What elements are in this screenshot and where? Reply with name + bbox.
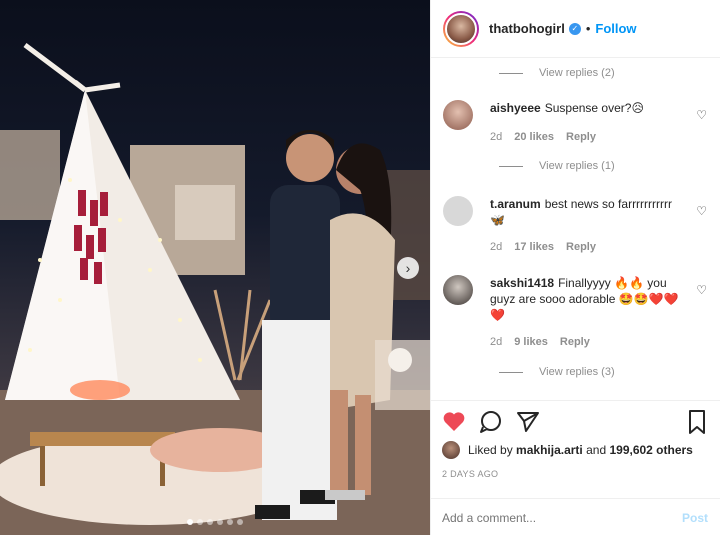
view-replies-label: View replies (2) [539,67,615,79]
view-replies-button[interactable]: View replies (1) [499,160,615,172]
post-comment-button[interactable]: Post [682,511,708,525]
commenter-avatar[interactable] [443,196,473,226]
view-replies-label: View replies (3) [539,366,615,378]
comment-like-heart-icon[interactable]: ♡ [696,108,707,122]
carousel-dot [187,519,193,525]
author-avatar[interactable] [443,10,479,47]
comment-text: Suspense over?😥 [544,101,644,115]
view-replies-button[interactable]: View replies (3) [499,366,615,378]
comment-input[interactable] [442,510,682,525]
comment-meta: 2d 9 likes Reply [490,336,590,348]
verified-badge-icon: ✓ [568,22,581,35]
comment-item: sakshi1418 Finallyyyy 🔥🔥 you guyz are soo… [443,275,713,355]
comment-like-heart-icon[interactable]: ♡ [696,283,707,297]
likes-summary: Liked by makhija.arti and 199,602 others [442,441,693,459]
author-username[interactable]: thatbohogirl [489,21,565,36]
comment-time: 2d [490,131,503,143]
carousel-dots [0,519,430,525]
reply-divider-line [499,72,523,74]
comment-body: t.aranum best news so farrrrrrrrrrr 🦋 [490,196,690,228]
comment-item: aishyeee Suspense over?😥 2d 20 likes Repl… [443,100,713,150]
photo-illustration [0,43,430,535]
reply-divider-line [499,371,523,373]
avatar-image [445,12,477,45]
carousel-dot [237,519,243,525]
likes-prefix: Liked by [468,443,513,457]
comment-time: 2d [490,336,503,348]
comment-meta: 2d 17 likes Reply [490,241,596,253]
reply-divider-line [499,165,523,167]
add-comment-bar: Post [430,498,720,535]
comment-likes[interactable]: 9 likes [514,336,548,348]
likes-conj: and [586,443,607,457]
commenter-username[interactable]: sakshi1418 [490,276,554,290]
view-replies-button[interactable]: View replies (2) [499,67,615,79]
commenter-avatar[interactable] [443,100,473,130]
commenter-avatar[interactable] [443,275,473,305]
comment-like-heart-icon[interactable]: ♡ [696,204,707,218]
likes-count[interactable]: 199,602 others [609,443,692,457]
post-timestamp[interactable]: 2 DAYS AGO [442,469,498,479]
action-icons [443,410,705,434]
post-actions-section: Liked by makhija.arti and 199,602 others… [430,400,720,535]
comment-likes[interactable]: 17 likes [514,241,554,253]
carousel-dot [227,519,233,525]
view-replies-label: View replies (1) [539,160,615,172]
chevron-right-icon: › [405,260,411,276]
comment-body: sakshi1418 Finallyyyy 🔥🔥 you guyz are soo… [490,275,690,323]
header-separator: • [585,21,591,36]
carousel-next-button[interactable]: › [397,257,419,279]
post-header: thatbohogirl ✓ • Follow [431,0,720,58]
carousel-dot [197,519,203,525]
share-icon[interactable] [517,412,539,432]
comment-icon[interactable] [480,411,501,433]
post-photo[interactable]: › [0,0,430,535]
comment-body: aishyeee Suspense over?😥 [490,100,690,116]
follow-button[interactable]: Follow [595,21,636,36]
action-bar [442,409,708,435]
comment-time: 2d [490,241,503,253]
comment-reply-button[interactable]: Reply [560,336,590,348]
comment-item: t.aranum best news so farrrrrrrrrrr 🦋 2d … [443,196,713,256]
commenter-username[interactable]: aishyeee [490,101,541,115]
bookmark-icon[interactable] [689,410,705,434]
comment-reply-button[interactable]: Reply [566,131,596,143]
carousel-dot [207,519,213,525]
commenter-username[interactable]: t.aranum [490,197,541,211]
heart-icon[interactable] [443,412,465,431]
liker-username[interactable]: makhija.arti [516,443,583,457]
comment-reply-button[interactable]: Reply [566,241,596,253]
liker-avatar[interactable] [442,441,460,459]
comment-meta: 2d 20 likes Reply [490,131,596,143]
carousel-dot [217,519,223,525]
comment-likes[interactable]: 20 likes [514,131,554,143]
